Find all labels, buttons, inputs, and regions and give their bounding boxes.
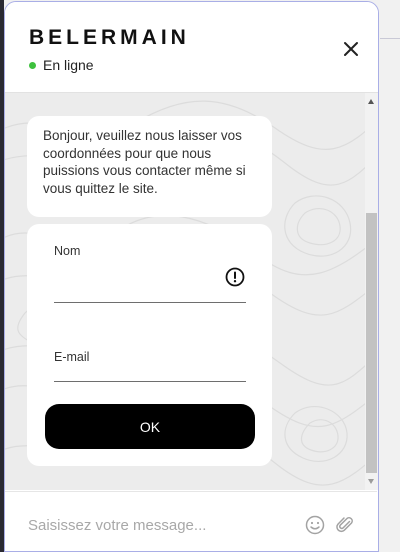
name-field[interactable] (54, 268, 224, 290)
submit-button[interactable]: OK (45, 404, 255, 449)
paperclip-icon (336, 517, 353, 533)
background-divider (380, 38, 400, 39)
scroll-up-arrow-icon[interactable] (368, 99, 374, 104)
scroll-thumb[interactable] (366, 213, 377, 473)
name-field-label: Nom (54, 244, 81, 258)
exclamation-circle-icon (225, 267, 245, 287)
status-text: En ligne (43, 57, 94, 73)
email-field-label: E-mail (54, 350, 90, 364)
scroll-down-arrow-icon[interactable] (368, 479, 374, 484)
chat-header: BELERMAIN En ligne (5, 2, 378, 93)
close-icon (344, 42, 358, 56)
contact-form-card: Nom E-mail OK (27, 224, 272, 466)
close-button[interactable] (340, 38, 362, 60)
name-field-underline (54, 302, 246, 303)
message-composer (5, 491, 377, 551)
chat-scrollbar[interactable] (365, 93, 378, 490)
message-input[interactable] (28, 514, 298, 536)
online-status: En ligne (29, 57, 94, 73)
emoji-button[interactable] (305, 515, 325, 535)
email-field-underline (54, 381, 246, 382)
attach-button[interactable] (335, 515, 355, 535)
status-dot-icon (29, 61, 36, 69)
chat-messages-area: Bonjour, veuillez nous laisser vos coord… (5, 93, 365, 490)
chat-widget: BELERMAIN En ligne Bonjour, veuillez nou… (4, 1, 379, 552)
brand-name: BELERMAIN (29, 26, 190, 49)
emoji-icon (305, 515, 325, 535)
welcome-message-bubble: Bonjour, veuillez nous laisser vos coord… (27, 116, 272, 217)
email-field[interactable] (127, 354, 237, 376)
